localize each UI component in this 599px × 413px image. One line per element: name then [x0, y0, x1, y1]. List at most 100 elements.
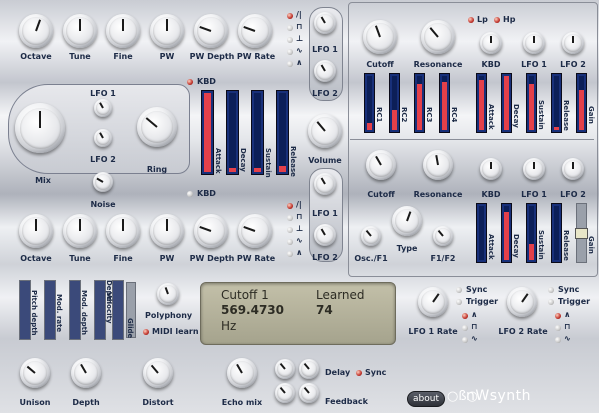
osc1-pw-rate-knob[interactable] — [238, 14, 272, 48]
noise-knob[interactable] — [93, 172, 113, 192]
osc2-wave-square-icon: ⊓ — [296, 212, 303, 221]
polyphony-knob[interactable] — [157, 283, 179, 305]
osc2-wave-saw-led[interactable] — [287, 203, 293, 209]
delay-sync-led[interactable] — [356, 370, 362, 376]
feedback-right-knob[interactable] — [299, 383, 319, 403]
ring-knob[interactable] — [137, 107, 177, 147]
noise-label: Noise — [90, 200, 116, 209]
filter1-lfo1-knob[interactable] — [523, 32, 545, 54]
osc2-wave-square-led[interactable] — [287, 215, 293, 221]
filter2-cutoff-knob[interactable] — [366, 150, 396, 180]
lfo1-trigger-led[interactable] — [456, 299, 462, 305]
filter1-decay-slider[interactable] — [501, 73, 512, 133]
lfo1-wave-sine-led[interactable] — [462, 337, 468, 343]
filter2-lfo2-knob[interactable] — [562, 158, 584, 180]
osc1-wave-triangle-led[interactable] — [287, 61, 293, 67]
osc1-kbd-led[interactable] — [187, 79, 193, 85]
osc2-pw-rate-knob[interactable] — [238, 214, 272, 248]
filter-type-knob[interactable] — [392, 206, 422, 236]
distort-knob[interactable] — [143, 358, 173, 388]
filter2-sustain-slider[interactable] — [526, 203, 537, 263]
osc1-tune-knob[interactable] — [63, 14, 97, 48]
amp-decay-slider[interactable] — [226, 90, 239, 175]
filter1-lp-label: Lp — [477, 15, 488, 24]
lfo2-rate-knob[interactable] — [507, 287, 537, 317]
lfo1-sync-led[interactable] — [456, 287, 462, 293]
amp-release-slider[interactable] — [276, 90, 289, 175]
delay-left-knob[interactable] — [275, 359, 295, 379]
lfo1-wave-square-led[interactable] — [462, 325, 468, 331]
midi-learn-led[interactable] — [143, 329, 149, 335]
filter1-lfo2-knob[interactable] — [562, 32, 584, 54]
osc1-pw-knob[interactable] — [150, 14, 184, 48]
filter1-cutoff-knob[interactable] — [363, 20, 397, 54]
osc2-kbd-led[interactable] — [187, 191, 193, 197]
lfo2-wave-sine-led[interactable] — [555, 337, 561, 343]
fx-depth-label: Depth — [72, 398, 100, 407]
osc-f1-knob[interactable] — [361, 226, 381, 246]
filter2-release-label: Release — [562, 230, 570, 261]
mixer-lfo2-knob[interactable] — [94, 129, 112, 147]
filter2-release-slider[interactable] — [551, 203, 562, 263]
osc2-wave-sine-led[interactable] — [287, 239, 293, 245]
lfo2-trigger-led[interactable] — [548, 299, 554, 305]
fx-depth-knob[interactable] — [71, 358, 101, 388]
about-button[interactable]: about — [407, 391, 445, 407]
lfo2-sync-led[interactable] — [548, 287, 554, 293]
filter2-attack-slider[interactable] — [476, 203, 487, 263]
filter1-lp-led[interactable] — [468, 17, 474, 23]
filter1-rc3-slider[interactable] — [414, 73, 425, 133]
lfo1-wave-tri-led[interactable] — [462, 313, 468, 319]
mix-knob[interactable] — [15, 103, 65, 153]
filter1-rc4-slider[interactable] — [439, 73, 450, 133]
filter2-lfo1-knob[interactable] — [523, 158, 545, 180]
osc1-lfo2-knob[interactable] — [314, 60, 336, 82]
f1f2-knob[interactable] — [433, 226, 453, 246]
filter1-sustain-slider[interactable] — [526, 73, 537, 133]
filter1-release-slider[interactable] — [551, 73, 562, 133]
osc2-pw-knob[interactable] — [150, 214, 184, 248]
osc2-tune-knob[interactable] — [63, 214, 97, 248]
unison-knob[interactable] — [20, 358, 50, 388]
parameter-display: Cutoff 1 569.4730 Hz Learned 74 — [200, 282, 396, 345]
osc2-octave-knob[interactable] — [19, 214, 53, 248]
filter1-kbd-knob[interactable] — [480, 32, 502, 54]
lfo2-sync-label: Sync — [558, 285, 580, 294]
amp-attack-slider[interactable] — [201, 90, 214, 175]
lfo2-wave-square-led[interactable] — [555, 325, 561, 331]
osc1-wave-pulse-led[interactable] — [287, 37, 293, 43]
osc1-wave-saw-led[interactable] — [287, 13, 293, 19]
osc1-octave-knob[interactable] — [19, 14, 53, 48]
volume-knob[interactable] — [308, 114, 342, 148]
osc1-lfo1-knob[interactable] — [314, 12, 336, 34]
feedback-left-knob[interactable] — [275, 383, 295, 403]
echo-mix-knob[interactable] — [227, 358, 257, 388]
filter2-resonance-knob[interactable] — [423, 150, 453, 180]
filter1-rc1-slider[interactable] — [364, 73, 375, 133]
filter2-kbd-knob[interactable] — [480, 158, 502, 180]
filter1-hp-led[interactable] — [494, 17, 500, 23]
osc1-pw-depth-knob[interactable] — [194, 14, 228, 48]
filter1-attack-slider[interactable] — [476, 73, 487, 133]
lfo2-wave-tri-led[interactable] — [555, 313, 561, 319]
delay-right-knob[interactable] — [299, 359, 319, 379]
osc1-fine-knob[interactable] — [106, 14, 140, 48]
osc1-wave-saw-icon: /| — [296, 10, 302, 19]
feedback-label: Feedback — [325, 397, 368, 406]
osc2-lfo1-knob[interactable] — [314, 173, 336, 195]
velocity-depth-slider[interactable] — [112, 280, 124, 340]
lfo1-rate-knob[interactable] — [418, 287, 448, 317]
osc1-wave-sine-led[interactable] — [287, 49, 293, 55]
osc2-fine-knob[interactable] — [106, 214, 140, 248]
filter1-gain-slider[interactable] — [576, 73, 587, 133]
mixer-lfo1-knob[interactable] — [94, 99, 112, 117]
osc2-wave-pulse-led[interactable] — [287, 227, 293, 233]
filter2-decay-slider[interactable] — [501, 203, 512, 263]
filter1-resonance-knob[interactable] — [421, 20, 455, 54]
osc2-pw-depth-knob[interactable] — [194, 214, 228, 248]
osc2-lfo2-knob[interactable] — [314, 224, 336, 246]
filter1-rc2-slider[interactable] — [389, 73, 400, 133]
amp-sustain-slider[interactable] — [251, 90, 264, 175]
osc2-wave-triangle-led[interactable] — [287, 251, 293, 257]
osc1-wave-square-led[interactable] — [287, 25, 293, 31]
